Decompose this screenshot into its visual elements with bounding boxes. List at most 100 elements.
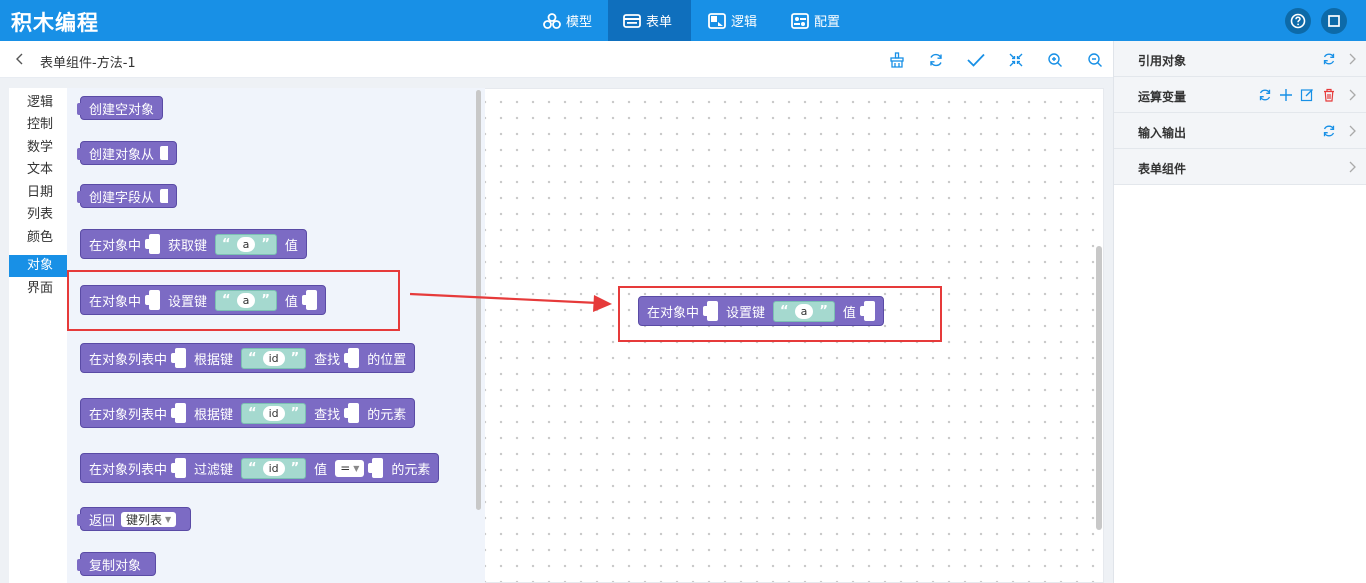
window-button[interactable]	[1321, 8, 1347, 34]
input-slot	[160, 146, 169, 160]
category-text[interactable]: 文本	[9, 159, 67, 181]
confirm-button[interactable]	[966, 51, 986, 69]
refresh-icon[interactable]	[1322, 52, 1336, 66]
string-value[interactable]: id	[262, 350, 285, 366]
input-slot[interactable]	[344, 403, 360, 423]
category-math[interactable]: 数学	[9, 137, 67, 159]
block-label: 在对象列表中	[89, 407, 168, 423]
refresh-icon[interactable]	[1322, 124, 1336, 138]
tab-logic[interactable]: 逻辑	[693, 0, 772, 41]
category-object[interactable]: 对象	[9, 255, 67, 277]
quote-open: “	[248, 350, 257, 366]
refresh-button[interactable]	[927, 51, 945, 69]
block-notch	[77, 559, 83, 571]
dropdown-value: 键列表	[126, 512, 163, 527]
block-label: 返回	[89, 513, 116, 529]
help-button[interactable]	[1285, 8, 1311, 34]
block-get-key[interactable]: 在对象中 获取键 “ a ” 值	[80, 229, 307, 259]
category-logic[interactable]: 逻辑	[9, 92, 67, 114]
panel-row-io[interactable]: 输入输出	[1114, 113, 1366, 149]
zoom-in-button[interactable]	[1046, 51, 1064, 69]
zoom-out-icon	[1088, 53, 1102, 67]
block-label: 在对象列表中	[89, 352, 168, 368]
quote-close: ”	[290, 350, 300, 366]
edit-icon[interactable]	[1300, 88, 1314, 102]
block-label: 值	[314, 462, 328, 478]
string-block[interactable]: “ id ”	[241, 457, 307, 479]
top-bar: 积木编程 模型 表单 逻辑 配置	[0, 0, 1366, 41]
block-filter-key[interactable]: 在对象列表中 过滤键 “ id ” 值 = ▼ 的元素	[80, 453, 440, 483]
panel-row-form-components[interactable]: 表单组件	[1114, 149, 1366, 185]
string-block[interactable]: “ id ”	[241, 347, 307, 369]
string-value[interactable]: id	[262, 405, 285, 421]
block-label: 根据键	[194, 352, 234, 368]
string-value[interactable]: a	[236, 236, 256, 252]
quote-close: ”	[261, 236, 270, 252]
block-find-element[interactable]: 在对象列表中 根据键 “ id ” 查找 的元素	[80, 398, 416, 428]
chevron-right-icon[interactable]	[1345, 52, 1359, 66]
block-find-position[interactable]: 在对象列表中 根据键 “ id ” 查找 的位置	[80, 343, 416, 373]
category-ui[interactable]: 界面	[9, 278, 67, 300]
block-notch	[77, 191, 83, 203]
tab-model[interactable]: 模型	[528, 0, 607, 41]
refresh-icon[interactable]	[1258, 88, 1272, 102]
block-label: 在对象列表中	[89, 462, 168, 478]
quote-open: “	[248, 460, 257, 476]
zoom-out-button[interactable]	[1086, 51, 1104, 69]
panel-row-label: 引用对象	[1138, 54, 1187, 68]
tab-form[interactable]: 表单	[608, 0, 691, 41]
block-notch	[77, 148, 83, 160]
block-copy-object[interactable]: 复制对象	[77, 552, 157, 576]
input-slot[interactable]	[145, 234, 161, 254]
block-return[interactable]: 返回 键列表 ▼	[77, 507, 192, 531]
category-color[interactable]: 颜色	[9, 227, 67, 249]
block-create-object-from[interactable]: 创建对象从	[77, 141, 178, 165]
block-label: 复制对象	[89, 558, 142, 574]
input-slot[interactable]	[368, 458, 384, 478]
delete-icon[interactable]	[1322, 88, 1336, 102]
block-create-empty-object[interactable]: 创建空对象	[77, 96, 164, 120]
block-label: 的元素	[367, 407, 407, 423]
add-icon[interactable]	[1279, 88, 1293, 102]
help-icon	[1290, 13, 1306, 29]
clean-button[interactable]	[888, 51, 906, 69]
logic-icon	[708, 12, 726, 29]
category-control[interactable]: 控制	[9, 114, 67, 136]
collapse-button[interactable]	[1007, 51, 1025, 69]
dropdown-value: =	[340, 461, 351, 475]
block-label: 过滤键	[194, 462, 234, 478]
refresh-icon	[930, 53, 942, 67]
quote-open: “	[222, 236, 231, 252]
string-block[interactable]: “ a ”	[215, 233, 277, 255]
chevron-right-icon[interactable]	[1345, 88, 1359, 102]
arrow-annotation	[410, 292, 612, 312]
category-date[interactable]: 日期	[9, 182, 67, 204]
tab-form-label: 表单	[646, 15, 673, 30]
block-notch	[77, 103, 83, 115]
string-block[interactable]: “ id ”	[241, 402, 307, 424]
block-label: 创建空对象	[89, 102, 155, 118]
chevron-right-icon[interactable]	[1345, 124, 1359, 138]
workspace-scrollbar[interactable]	[1096, 246, 1102, 530]
compare-dropdown[interactable]: = ▼	[335, 459, 365, 477]
category-list[interactable]: 列表	[9, 204, 67, 226]
input-slot[interactable]	[171, 348, 187, 368]
block-label: 创建对象从	[89, 147, 155, 163]
panel-row-referenced-objects[interactable]: 引用对象	[1114, 41, 1366, 77]
chevron-right-icon[interactable]	[1345, 160, 1359, 174]
string-value[interactable]: id	[262, 460, 285, 476]
panel-row-label: 输入输出	[1138, 126, 1187, 140]
tab-logic-label: 逻辑	[731, 15, 758, 30]
panel-row-variables[interactable]: 运算变量	[1114, 77, 1366, 113]
input-slot[interactable]	[171, 458, 187, 478]
block-label: 在对象中	[89, 238, 142, 254]
window-icon	[1328, 15, 1340, 27]
return-dropdown[interactable]: 键列表 ▼	[121, 511, 177, 527]
block-create-field-from[interactable]: 创建字段从	[77, 184, 178, 208]
back-icon[interactable]	[13, 52, 27, 66]
tab-config[interactable]: 配置	[776, 0, 855, 41]
input-slot[interactable]	[344, 348, 360, 368]
input-slot[interactable]	[171, 403, 187, 423]
block-label: 获取键	[168, 238, 208, 254]
quote-close: ”	[290, 460, 300, 476]
